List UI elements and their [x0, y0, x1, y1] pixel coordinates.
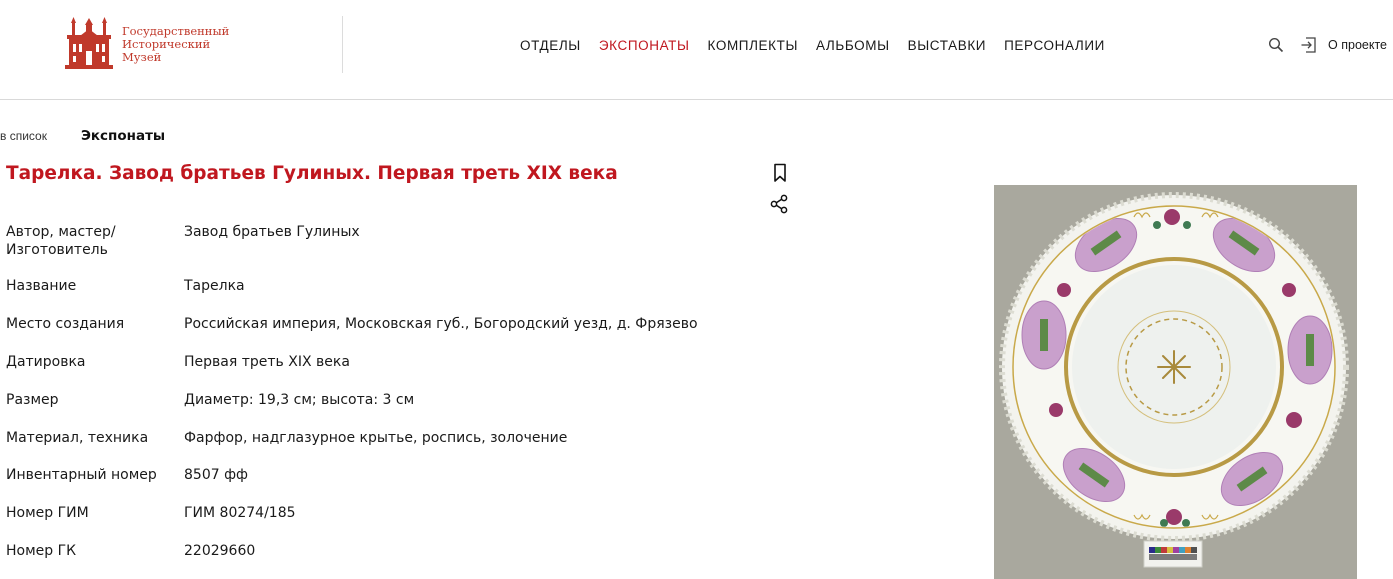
- attr-row-gim-number: Номер ГИМ ГИМ 80274/185: [6, 504, 746, 542]
- logo-line-3: Музей: [122, 49, 162, 64]
- plate-image: [994, 185, 1357, 579]
- attr-row-gk-number: Номер ГК 22029660: [6, 542, 746, 572]
- attr-label: Номер ГК: [6, 543, 77, 559]
- attr-value: Тарелка: [184, 278, 245, 294]
- attr-label: Датировка: [6, 354, 86, 370]
- breadcrumb-current: Экспонаты: [80, 128, 166, 144]
- header-actions: О проекте: [1268, 36, 1387, 54]
- item-actions: [769, 163, 791, 214]
- back-to-list-link[interactable]: в список: [0, 129, 47, 143]
- nav-vystavki[interactable]: ВЫСТАВКИ: [908, 38, 986, 53]
- nav-otdely[interactable]: ОТДЕЛЫ: [520, 38, 581, 53]
- attr-label: Место создания: [6, 316, 125, 332]
- logo-wordmark: Государственный Исторический Музей: [122, 23, 230, 64]
- logo-line-2: Исторический: [122, 36, 211, 51]
- breadcrumb: в список Экспонаты: [0, 128, 165, 144]
- attr-value: Завод братьев Гулиных: [184, 224, 360, 240]
- page-title: Тарелка. Завод братьев Гулиных. Первая т…: [6, 163, 618, 184]
- attr-value: Первая треть XIX века: [184, 354, 350, 370]
- nav-albomy[interactable]: АЛЬБОМЫ: [816, 38, 890, 53]
- attr-value: Российская империя, Московская губ., Бог…: [184, 316, 698, 332]
- header-divider: [342, 16, 343, 73]
- attr-row-name: Название Тарелка: [6, 277, 746, 315]
- about-project-link[interactable]: О проекте: [1328, 38, 1387, 52]
- attr-value: Диаметр: 19,3 см; высота: 3 см: [184, 392, 415, 408]
- site-header: Государственный Исторический Музей ОТДЕЛ…: [0, 0, 1393, 100]
- login-icon[interactable]: [1300, 36, 1318, 54]
- attr-value: Фарфор, надглазурное крытье, роспись, зо…: [184, 430, 568, 446]
- attr-row-size: Размер Диаметр: 19,3 см; высота: 3 см: [6, 391, 746, 429]
- nav-komplekty[interactable]: КОМПЛЕКТЫ: [708, 38, 799, 53]
- nav-eksponaty[interactable]: ЭКСПОНАТЫ: [599, 38, 690, 53]
- attr-label: Материал, техника: [6, 430, 149, 446]
- attr-row-place: Место создания Российская империя, Моско…: [6, 315, 746, 353]
- main-nav: ОТДЕЛЫ ЭКСПОНАТЫ КОМПЛЕКТЫ АЛЬБОМЫ ВЫСТА…: [520, 38, 1123, 53]
- museum-logo[interactable]: Государственный Исторический Музей: [64, 17, 229, 71]
- attr-label: Название: [6, 278, 77, 294]
- attr-label: Номер ГИМ: [6, 505, 89, 521]
- search-icon[interactable]: [1268, 37, 1284, 53]
- museum-building-icon: [65, 17, 113, 69]
- attr-row-inventory: Инвентарный номер 8507 фф: [6, 466, 746, 504]
- attr-label: Инвентарный номер: [6, 467, 157, 483]
- attr-row-date: Датировка Первая треть XIX века: [6, 353, 746, 391]
- attr-label: Автор, мастер/ Изготовитель: [6, 224, 116, 258]
- attr-row-author: Автор, мастер/ Изготовитель Завод братье…: [6, 223, 746, 277]
- attr-label: Размер: [6, 392, 59, 408]
- share-icon[interactable]: [769, 194, 791, 214]
- attr-value: 22029660: [184, 543, 256, 559]
- logo-line-1: Государственный: [122, 23, 230, 38]
- attributes-table: Автор, мастер/ Изготовитель Завод братье…: [6, 223, 746, 572]
- attr-value: 8507 фф: [184, 467, 249, 483]
- attr-value: ГИМ 80274/185: [184, 505, 296, 521]
- nav-personalii[interactable]: ПЕРСОНАЛИИ: [1004, 38, 1105, 53]
- bookmark-icon[interactable]: [769, 163, 791, 183]
- exhibit-photo[interactable]: [994, 185, 1357, 579]
- attr-row-material: Материал, техника Фарфор, надглазурное к…: [6, 429, 746, 466]
